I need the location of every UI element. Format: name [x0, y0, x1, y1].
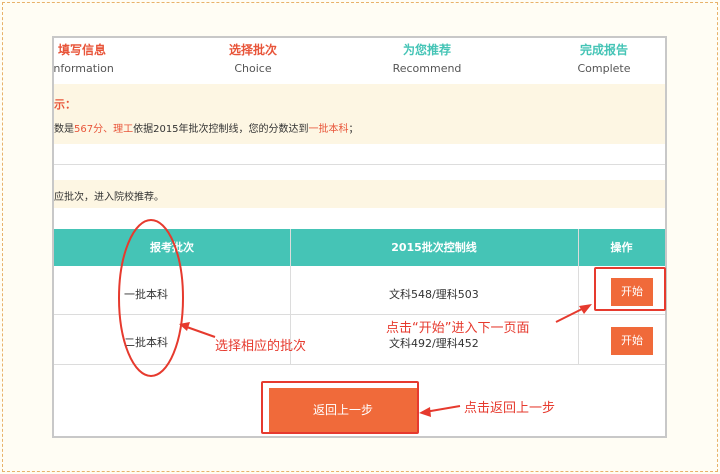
step-subtitle: Choice	[234, 62, 272, 75]
notice-prefix: 数是	[54, 124, 74, 135]
header-control-line: 2015批次控制线	[391, 241, 477, 254]
step-title: 填写信息	[57, 43, 106, 57]
row-divider	[54, 364, 665, 365]
hint-text: 应批次，进入院校推荐。	[54, 192, 164, 203]
row-batch: 一批本科	[124, 288, 168, 301]
step-subtitle: Complete	[577, 62, 631, 75]
hint-notice: 应批次，进入院校推荐。	[54, 180, 665, 208]
step-subtitle: Recommend	[392, 62, 462, 75]
row-divider	[54, 314, 665, 315]
annotation-click-start: 点击“开始”进入下一页面	[386, 321, 530, 336]
notice-end: ；	[348, 124, 359, 135]
header-batch: 报考批次	[150, 241, 194, 254]
table-header: 报考批次 2015批次控制线 操作	[54, 229, 665, 266]
notice-heading: 示：	[54, 98, 76, 111]
notice-mid: 依据2015年批次控制线，您的分数达到	[133, 124, 309, 135]
score-notice: 示： 数是567分、理工依据2015年批次控制线，您的分数达到一批本科；	[54, 84, 665, 144]
notice-level: 一批本科	[308, 124, 349, 135]
step-title: 完成报告	[579, 43, 628, 57]
notice-score: 567分	[74, 124, 104, 135]
back-highlight-box	[261, 381, 419, 434]
start-highlight-box	[594, 267, 666, 311]
column-divider	[578, 229, 579, 365]
step-title: 为您推荐	[402, 43, 451, 57]
row-batch: 二批本科	[124, 336, 168, 349]
header-action: 操作	[610, 241, 633, 254]
divider	[54, 164, 665, 165]
step-title: 选择批次	[228, 43, 277, 57]
notice-text: 数是567分、理工依据2015年批次控制线，您的分数达到一批本科；	[54, 120, 359, 135]
batch-selection-panel: 填写信息 Information 选择批次 Choice 为您推荐 Recomm…	[52, 36, 667, 438]
step-subtitle: Information	[52, 62, 114, 75]
annotation-choose-batch: 选择相应的批次	[215, 339, 307, 354]
annotation-click-back: 点击返回上一步	[464, 401, 556, 416]
start-button-second-batch[interactable]: 开始	[611, 327, 653, 355]
notice-sep: 、	[103, 124, 114, 135]
row-control-line: 文科492/理科452	[389, 337, 479, 350]
row-control-line: 文科548/理科503	[389, 288, 479, 301]
notice-subject: 理工	[113, 124, 134, 135]
